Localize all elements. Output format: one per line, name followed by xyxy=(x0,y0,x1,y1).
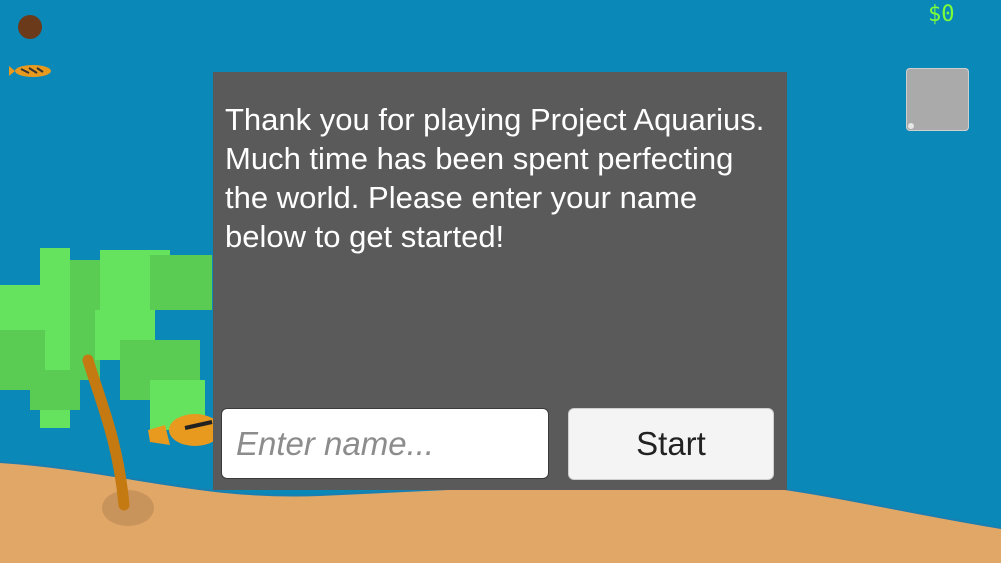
welcome-dialog: Thank you for playing Project Aquarius. … xyxy=(213,72,787,490)
money-counter: $0 xyxy=(928,2,955,27)
start-button[interactable]: Start xyxy=(568,408,774,480)
fish-icon xyxy=(9,65,51,77)
coconut-icon xyxy=(18,15,42,39)
inventory-slot[interactable] xyxy=(906,68,969,131)
welcome-message: Thank you for playing Project Aquarius. … xyxy=(225,102,765,254)
name-input[interactable] xyxy=(221,408,549,479)
